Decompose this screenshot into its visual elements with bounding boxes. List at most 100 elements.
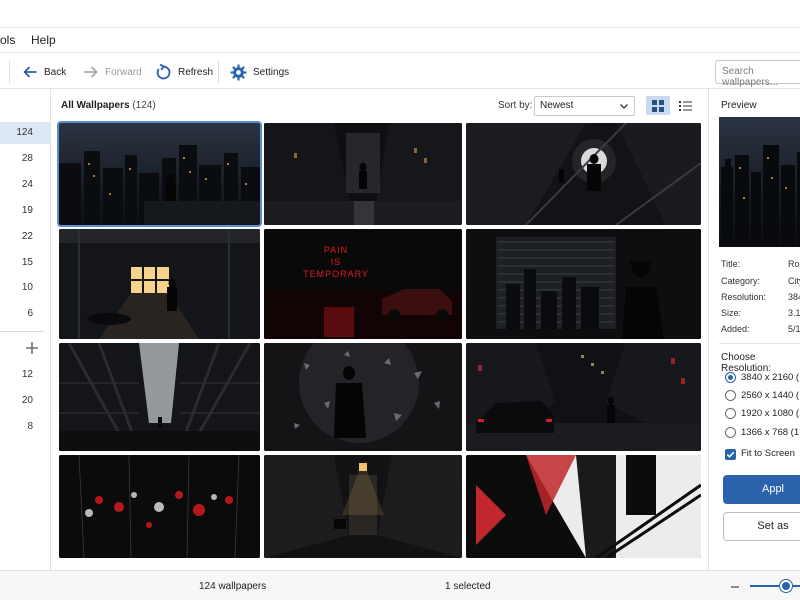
- wallpaper-count: 124 wallpapers: [199, 581, 267, 592]
- resolution-radio[interactable]: [725, 372, 736, 383]
- toolbar-divider: [9, 61, 10, 83]
- chevron-down-icon: [620, 104, 628, 109]
- wallpaper-thumbnail: PAIN IS TEMPORARY: [264, 229, 462, 339]
- gallery-count: (124): [132, 100, 156, 111]
- wallpaper-tile[interactable]: [466, 343, 701, 451]
- wallpaper-tile[interactable]: [264, 123, 462, 225]
- wallpaper-tile[interactable]: [466, 123, 701, 225]
- preview-image: [719, 117, 800, 247]
- resolution-radio[interactable]: [725, 427, 736, 438]
- window-titlebar: [0, 0, 800, 28]
- wallpaper-gallery: All Wallpapers (124) Sort by: Newest PAI…: [51, 89, 708, 570]
- sidebar-item[interactable]: 12: [0, 364, 50, 386]
- meta-category-value: City: [788, 276, 800, 286]
- sidebar-divider: [0, 331, 44, 332]
- wallpaper-thumbnail: [59, 229, 260, 339]
- toolbar-divider: [218, 61, 219, 83]
- search-input[interactable]: Search wallpapers...: [715, 60, 800, 88]
- selection-count: 1 selected: [445, 581, 491, 592]
- menu-bar: ols Help: [0, 28, 800, 52]
- wallpaper-thumbnail: [264, 343, 462, 451]
- meta-title-value: Ro: [788, 259, 800, 269]
- settings-button[interactable]: Settings: [230, 61, 289, 83]
- set-as-button[interactable]: Set as: [723, 512, 800, 541]
- wallpaper-tile[interactable]: [59, 229, 260, 339]
- refresh-label: Refresh: [178, 66, 214, 78]
- wallpaper-thumbnail: [59, 343, 260, 451]
- arrow-right-icon: [84, 66, 98, 78]
- resolution-option[interactable]: 1366 x 768 (1: [741, 427, 799, 438]
- list-view-button[interactable]: [673, 96, 697, 115]
- refresh-button[interactable]: Refresh: [155, 61, 213, 83]
- wallpaper-tile[interactable]: [59, 455, 260, 558]
- sidebar-item[interactable]: 28: [0, 148, 50, 170]
- fit-to-screen-label[interactable]: Fit to Screen: [741, 448, 795, 459]
- list-view-icon: [678, 100, 692, 111]
- meta-added-label: Added:: [721, 324, 750, 334]
- wallpaper-thumbnail: [59, 455, 260, 558]
- wallpaper-tile[interactable]: [59, 343, 260, 451]
- sidebar-item[interactable]: 22: [0, 226, 50, 248]
- wallpaper-thumbnail: [466, 123, 701, 225]
- back-label: Back: [44, 66, 67, 78]
- wallpaper-tile[interactable]: PAIN IS TEMPORARY: [264, 229, 462, 339]
- menu-help[interactable]: Help: [31, 33, 56, 47]
- zoom-slider-track[interactable]: [750, 585, 800, 587]
- meta-resolution-label: Resolution:: [721, 292, 767, 302]
- wallpaper-thumbnail: [466, 455, 701, 558]
- apply-button[interactable]: Appl: [723, 475, 800, 504]
- resolution-option[interactable]: 3840 x 2160 (1: [741, 372, 800, 383]
- forward-label: Forward: [105, 66, 142, 78]
- neon-sign-line: PAIN: [324, 245, 348, 255]
- sidebar-item[interactable]: 10: [0, 277, 50, 299]
- gallery-title: All Wallpapers (124): [61, 100, 156, 111]
- sidebar-item[interactable]: 8: [0, 416, 50, 438]
- wallpaper-tile[interactable]: [57, 121, 262, 227]
- wallpaper-thumbnail: [466, 343, 701, 451]
- back-button[interactable]: Back: [22, 61, 66, 83]
- resolution-title: Choose Resolution:: [721, 352, 772, 374]
- wallpaper-tile[interactable]: [264, 455, 462, 558]
- grid-view-icon: [652, 99, 664, 112]
- wallpaper-thumbnail: [264, 123, 462, 225]
- meta-resolution-value: 384: [788, 292, 800, 302]
- wallpaper-tile[interactable]: [264, 343, 462, 451]
- meta-added-value: 5/1: [788, 324, 800, 334]
- grid-view-button[interactable]: [646, 96, 670, 115]
- gallery-title-text: All Wallpapers: [61, 100, 130, 111]
- gear-icon: [230, 64, 247, 80]
- resolution-radio[interactable]: [725, 408, 736, 419]
- wallpaper-thumbnail: [264, 455, 462, 558]
- sidebar-item[interactable]: 15: [0, 252, 50, 274]
- wallpaper-tile[interactable]: [466, 229, 701, 339]
- forward-button[interactable]: Forward: [83, 61, 142, 83]
- wallpaper-thumbnail: [466, 229, 701, 339]
- neon-sign-line: TEMPORARY: [303, 269, 369, 279]
- sidebar-item[interactable]: 24: [0, 174, 50, 196]
- sidebar-item[interactable]: 124: [0, 122, 50, 144]
- preview-title: Preview: [721, 100, 757, 111]
- wallpaper-tile[interactable]: [466, 455, 701, 558]
- sidebar-item[interactable]: 19: [0, 200, 50, 222]
- meta-category-label: Category:: [721, 276, 761, 286]
- resolution-option[interactable]: 2560 x 1440 (1: [741, 390, 800, 401]
- plus-icon[interactable]: [24, 340, 40, 356]
- sidebar-item[interactable]: 6: [0, 303, 50, 325]
- toolbar: Back Forward Refresh Settings Search wal…: [0, 52, 800, 89]
- meta-title-label: Title:: [721, 259, 741, 269]
- zoom-slider-thumb[interactable]: [780, 580, 792, 592]
- fit-to-screen-checkbox[interactable]: [725, 449, 736, 460]
- panel-divider: [719, 343, 800, 344]
- preview-thumbnail: [719, 117, 800, 247]
- zoom-out-icon[interactable]: [730, 582, 740, 592]
- check-icon: [726, 451, 735, 458]
- sort-dropdown[interactable]: Newest: [534, 96, 635, 116]
- resolution-radio[interactable]: [725, 390, 736, 401]
- menu-tools[interactable]: ols: [0, 33, 15, 47]
- category-sidebar: 124 28 24 19 22 15 10 6 12 20 8: [0, 89, 51, 570]
- sort-label: Sort by:: [498, 100, 533, 111]
- sidebar-item[interactable]: 20: [0, 390, 50, 412]
- preview-panel: Preview Title: Ro Category: City Resolut…: [708, 89, 800, 570]
- settings-label: Settings: [253, 66, 290, 78]
- resolution-option[interactable]: 1920 x 1080 (1: [741, 408, 800, 419]
